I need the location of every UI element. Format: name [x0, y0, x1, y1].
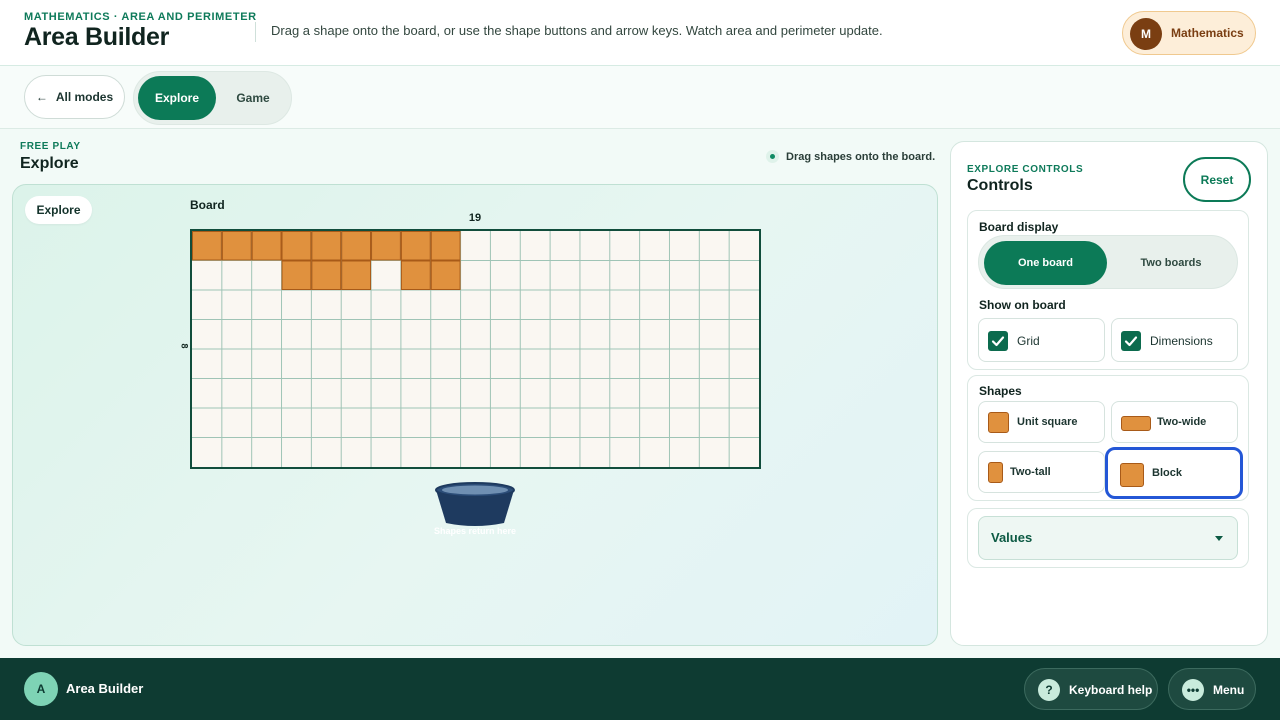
- controls-title: Controls: [967, 177, 1033, 194]
- keyboard-help-button[interactable]: ? Keyboard help: [1024, 668, 1158, 710]
- placed-unit-tile[interactable]: [430, 260, 461, 290]
- section-title: Explore: [20, 155, 79, 172]
- reset-button[interactable]: Reset: [1183, 157, 1251, 202]
- all-modes-button[interactable]: ← All modes: [24, 75, 125, 119]
- keyboard-help-label: Keyboard help: [1069, 683, 1153, 697]
- menu-label: Menu: [1213, 683, 1245, 697]
- values-dropdown[interactable]: Values: [978, 516, 1238, 560]
- header-divider: [255, 22, 256, 42]
- placed-unit-tile[interactable]: [311, 231, 342, 261]
- bucket-label: Shapes return here: [433, 526, 517, 536]
- instructions-text: Drag a shape onto the board, or use the …: [271, 23, 883, 38]
- checkmark-icon: [1121, 331, 1141, 351]
- chevron-down-icon: [1215, 536, 1223, 541]
- section-kicker: FREE PLAY: [20, 141, 81, 152]
- placed-unit-tile[interactable]: [251, 231, 282, 261]
- placed-unit-tile[interactable]: [341, 231, 372, 261]
- shape-block[interactable]: Block: [1105, 447, 1243, 499]
- placed-unit-tile[interactable]: [400, 231, 431, 261]
- mode-switch: Explore Game: [133, 71, 292, 125]
- shape-unit-square[interactable]: Unit square: [978, 401, 1105, 443]
- dimensions-checkbox-label: Dimensions: [1150, 334, 1213, 348]
- shapes-title: Shapes: [979, 384, 1022, 398]
- subject-chip[interactable]: M Mathematics: [1122, 11, 1256, 55]
- shape-label: Unit square: [1017, 416, 1078, 428]
- board-label: Board: [190, 198, 225, 212]
- app-title: Area Builder: [24, 23, 170, 51]
- placed-unit-tile[interactable]: [400, 260, 431, 290]
- placed-unit-tile[interactable]: [221, 231, 252, 261]
- app-footer: A Area Builder ? Keyboard help ••• Menu: [0, 658, 1280, 720]
- shape-label: Block: [1152, 467, 1182, 479]
- board-grid[interactable]: [190, 229, 761, 469]
- menu-button[interactable]: ••• Menu: [1168, 668, 1256, 710]
- two-wide-swatch-icon: [1121, 416, 1151, 431]
- ellipsis-icon: •••: [1182, 679, 1204, 701]
- board-canvas[interactable]: [192, 231, 759, 467]
- placed-unit-tile[interactable]: [311, 260, 342, 290]
- app-header: MATHEMATICS · AREA AND PERIMETER Area Bu…: [0, 0, 1280, 66]
- dimensions-checkbox[interactable]: Dimensions: [1111, 318, 1238, 362]
- status-message: Drag shapes onto the board.: [766, 150, 935, 163]
- shape-two-tall[interactable]: Two-tall: [978, 451, 1105, 493]
- checkmark-icon: [988, 331, 1008, 351]
- placed-unit-tile[interactable]: [281, 231, 312, 261]
- app-avatar: A: [24, 672, 58, 706]
- mode-bar: ← All modes Explore Game: [0, 66, 1280, 129]
- tab-game[interactable]: Game: [218, 76, 288, 120]
- shape-label: Two-wide: [1157, 416, 1207, 428]
- block-swatch-icon: [1120, 463, 1144, 487]
- all-modes-label: All modes: [55, 90, 114, 104]
- values-label: Values: [991, 530, 1033, 545]
- placed-unit-tile[interactable]: [192, 231, 222, 261]
- placed-unit-tile[interactable]: [371, 231, 401, 261]
- show-on-board-title: Show on board: [979, 298, 1066, 312]
- footer-app-name: Area Builder: [66, 681, 144, 696]
- board-display-title: Board display: [979, 220, 1059, 234]
- status-dot-icon: [766, 150, 779, 163]
- board-width-label: 19: [468, 212, 482, 224]
- subject-label: Mathematics: [1171, 26, 1244, 40]
- mode-pill: Explore: [25, 196, 92, 224]
- controls-kicker: EXPLORE CONTROLS: [967, 164, 1084, 175]
- subject-kicker: MATHEMATICS · AREA AND PERIMETER: [24, 11, 257, 23]
- tab-explore[interactable]: Explore: [138, 76, 216, 120]
- question-icon: ?: [1038, 679, 1060, 701]
- subject-avatar: M: [1130, 18, 1162, 50]
- placed-unit-tile[interactable]: [281, 260, 312, 290]
- two-tall-swatch-icon: [988, 462, 1003, 483]
- arrow-left-icon: ←: [35, 90, 48, 104]
- unit-square-swatch-icon: [988, 412, 1009, 433]
- board-display-toggle: One board Two boards: [978, 235, 1238, 289]
- board-height-label: 8: [179, 343, 190, 349]
- grid-checkbox-label: Grid: [1017, 334, 1040, 348]
- one-board-option[interactable]: One board: [984, 241, 1107, 285]
- two-boards-option[interactable]: Two boards: [1109, 241, 1233, 285]
- placed-unit-tile[interactable]: [341, 260, 372, 290]
- grid-checkbox[interactable]: Grid: [978, 318, 1105, 362]
- status-text: Drag shapes onto the board.: [786, 150, 936, 163]
- placed-unit-tile[interactable]: [430, 231, 461, 261]
- shape-two-wide[interactable]: Two-wide: [1111, 401, 1238, 443]
- shape-label: Two-tall: [1010, 466, 1051, 478]
